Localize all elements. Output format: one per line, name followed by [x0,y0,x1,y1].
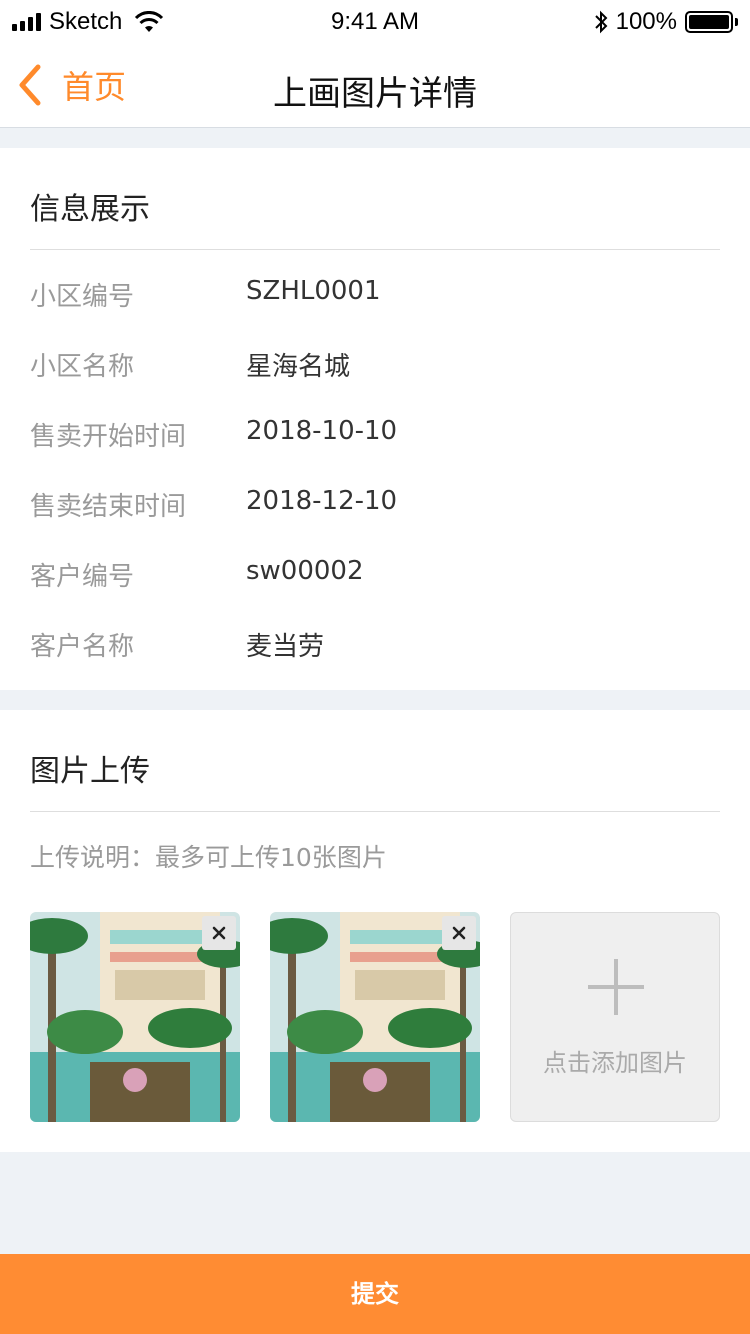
info-row: 售卖结束时间 2018-12-10 [30,486,720,526]
info-value: 2018-12-10 [246,486,398,516]
info-value: 2018-10-10 [246,416,398,446]
info-value: 星海名城 [246,352,351,382]
info-label: 小区编号 [30,282,135,312]
battery-icon [685,11,738,33]
nav-bar: 首页 上画图片详情 [0,40,750,128]
bluetooth-icon [594,10,608,34]
close-icon [212,926,226,940]
info-row: 客户编号 sw00002 [30,556,720,596]
uploaded-image[interactable] [270,912,480,1122]
info-label: 售卖开始时间 [30,422,187,452]
info-row: 售卖开始时间 2018-10-10 [30,416,720,456]
upload-section-title: 图片上传 [30,754,150,789]
info-card: 信息展示 小区编号 SZHL0001 小区名称 星海名城 售卖开始时间 2018… [0,148,750,690]
info-row: 客户名称 麦当劳 [30,626,720,666]
info-row: 小区名称 星海名城 [30,346,720,386]
remove-image-button[interactable] [202,916,236,950]
info-value: sw00002 [246,556,364,586]
plus-icon [588,959,644,1015]
uploaded-image[interactable] [30,912,240,1122]
add-image-label: 点击添加图片 [543,1049,687,1077]
info-label: 客户编号 [30,562,135,592]
add-image-button[interactable]: 点击添加图片 [510,912,720,1122]
info-label: 小区名称 [30,352,135,382]
remove-image-button[interactable] [442,916,476,950]
info-section-title: 信息展示 [30,192,150,227]
info-row: 小区编号 SZHL0001 [30,276,720,316]
info-label: 客户名称 [30,632,135,662]
close-icon [452,926,466,940]
status-right: 100% [594,8,738,36]
submit-button[interactable]: 提交 [0,1254,750,1334]
upload-note: 上传说明：最多可上传10张图片 [30,843,387,872]
battery-percent: 100% [615,8,677,35]
info-value: 麦当劳 [246,632,325,662]
divider [30,249,720,250]
info-value: SZHL0001 [246,276,381,306]
upload-card: 图片上传 上传说明：最多可上传10张图片 点击添加图片 [0,710,750,1152]
status-bar: Sketch 9:41 AM 100% [0,0,750,40]
divider [30,811,720,812]
info-label: 售卖结束时间 [30,492,187,522]
page-title: 上画图片详情 [273,74,477,114]
